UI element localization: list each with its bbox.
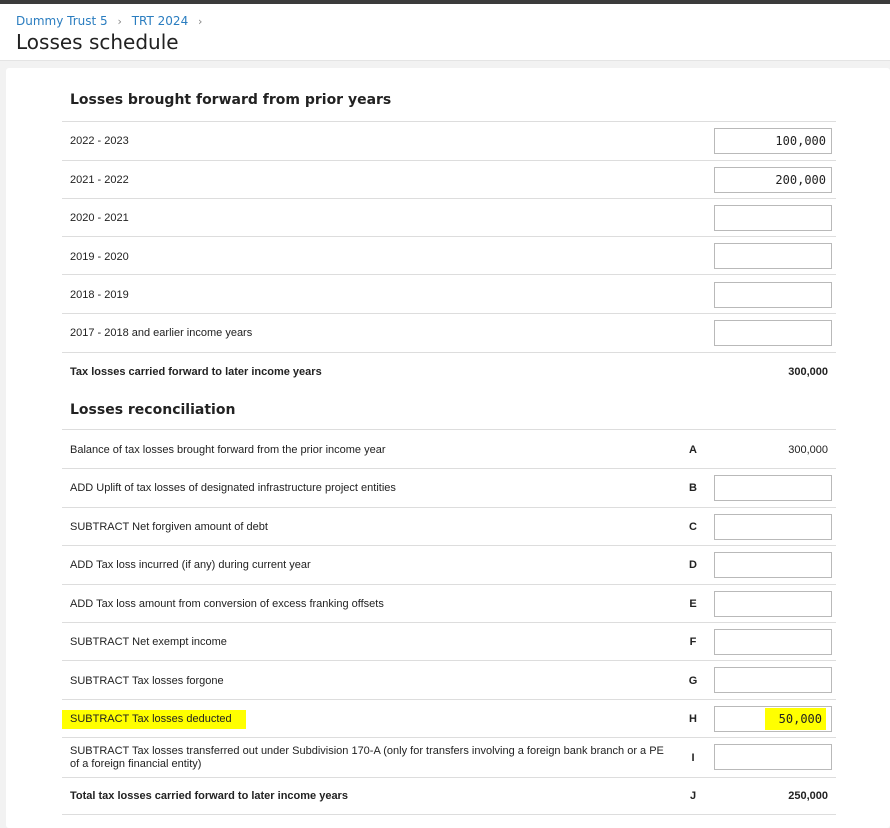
row-code: B bbox=[689, 482, 697, 494]
table-row: ADD Tax loss incurred (if any) during cu… bbox=[62, 545, 836, 584]
row-code: G bbox=[688, 675, 698, 687]
loss-2019-2020-field[interactable] bbox=[714, 243, 832, 269]
row-code: J bbox=[689, 790, 697, 802]
row-label: SUBTRACT Tax losses forgone bbox=[70, 675, 224, 687]
chevron-right-icon: › bbox=[117, 15, 122, 28]
table-row: 2022 - 2023 100,000 bbox=[62, 121, 836, 160]
total-value: 300,000 bbox=[788, 366, 828, 378]
losses-deducted-value: 50,000 bbox=[764, 708, 826, 730]
losses-forgone-field[interactable] bbox=[714, 667, 832, 693]
row-label: Balance of tax losses brought forward fr… bbox=[70, 444, 386, 456]
table-row: 2018 - 2019 bbox=[62, 274, 836, 313]
forgiven-debt-field[interactable] bbox=[714, 514, 832, 540]
subdivision-170a-field[interactable] bbox=[714, 744, 832, 770]
loss-2018-2019-field[interactable] bbox=[714, 282, 832, 308]
section-heading-reconciliation: Losses reconciliation bbox=[70, 402, 236, 418]
table-row: SUBTRACT Tax losses deducted H 50,000 bbox=[62, 699, 836, 737]
row-label: 2018 - 2019 bbox=[70, 289, 129, 301]
divider bbox=[62, 814, 836, 815]
losses-deducted-field[interactable]: 50,000 bbox=[714, 706, 832, 732]
loss-2017-2018-earlier-field[interactable] bbox=[714, 320, 832, 346]
table-row: 2020 - 2021 bbox=[62, 198, 836, 236]
row-label: SUBTRACT Net forgiven amount of debt bbox=[70, 521, 268, 533]
section-heading-brought-forward: Losses brought forward from prior years bbox=[70, 92, 392, 108]
row-label: SUBTRACT Net exempt income bbox=[70, 636, 227, 648]
row-label: SUBTRACT Tax losses transferred out unde… bbox=[70, 745, 664, 770]
total-label: Total tax losses carried forward to late… bbox=[70, 790, 348, 802]
loss-2020-2021-field[interactable] bbox=[714, 205, 832, 231]
row-label: ADD Tax loss incurred (if any) during cu… bbox=[70, 559, 311, 571]
row-code: H bbox=[689, 713, 697, 725]
row-label: 2019 - 2020 bbox=[70, 251, 129, 263]
row-code: A bbox=[689, 444, 697, 456]
table-row: SUBTRACT Tax losses forgone G bbox=[62, 660, 836, 699]
table-row-total: Tax losses carried forward to later inco… bbox=[62, 352, 836, 390]
total-value: 250,000 bbox=[788, 790, 828, 802]
row-label: SUBTRACT Tax losses deducted bbox=[62, 710, 246, 729]
page-header: Dummy Trust 5 › TRT 2024 › Losses schedu… bbox=[0, 4, 890, 61]
row-label: 2022 - 2023 bbox=[70, 135, 129, 147]
tax-loss-incurred-field[interactable] bbox=[714, 552, 832, 578]
row-label: 2020 - 2021 bbox=[70, 212, 129, 224]
table-row: 2017 - 2018 and earlier income years bbox=[62, 313, 836, 352]
chevron-right-icon: › bbox=[198, 15, 203, 28]
loss-2021-2022-field[interactable]: 200,000 bbox=[714, 167, 832, 193]
page-title: Losses schedule bbox=[16, 30, 179, 54]
row-code: I bbox=[691, 752, 695, 764]
row-label: ADD Uplift of tax losses of designated i… bbox=[70, 482, 396, 494]
table-row: ADD Uplift of tax losses of designated i… bbox=[62, 468, 836, 507]
loss-2022-2023-field[interactable]: 100,000 bbox=[714, 128, 832, 154]
table-row: SUBTRACT Net exempt income F bbox=[62, 622, 836, 660]
row-code: D bbox=[689, 559, 697, 571]
franking-offsets-field[interactable] bbox=[714, 591, 832, 617]
row-label: 2021 - 2022 bbox=[70, 174, 129, 186]
table-row: SUBTRACT Tax losses transferred out unde… bbox=[62, 737, 836, 777]
row-code: E bbox=[689, 598, 697, 610]
row-label: 2017 - 2018 and earlier income years bbox=[70, 327, 253, 339]
table-row: SUBTRACT Net forgiven amount of debt C bbox=[62, 507, 836, 545]
row-label: ADD Tax loss amount from conversion of e… bbox=[70, 598, 384, 610]
table-row: 2019 - 2020 bbox=[62, 236, 836, 274]
total-label: Tax losses carried forward to later inco… bbox=[70, 366, 322, 378]
table-row-total: Total tax losses carried forward to late… bbox=[62, 777, 836, 814]
breadcrumb-item-trust[interactable]: Dummy Trust 5 bbox=[16, 14, 108, 28]
row-code: F bbox=[689, 636, 697, 648]
table-row: ADD Tax loss amount from conversion of e… bbox=[62, 584, 836, 622]
breadcrumb-item-return[interactable]: TRT 2024 bbox=[132, 14, 188, 28]
table-row: 2021 - 2022 200,000 bbox=[62, 160, 836, 198]
breadcrumb: Dummy Trust 5 › TRT 2024 › bbox=[16, 14, 208, 28]
row-code: C bbox=[689, 521, 697, 533]
net-exempt-income-field[interactable] bbox=[714, 629, 832, 655]
table-row: Balance of tax losses brought forward fr… bbox=[62, 429, 836, 468]
balance-value: 300,000 bbox=[788, 444, 828, 456]
uplift-field[interactable] bbox=[714, 475, 832, 501]
